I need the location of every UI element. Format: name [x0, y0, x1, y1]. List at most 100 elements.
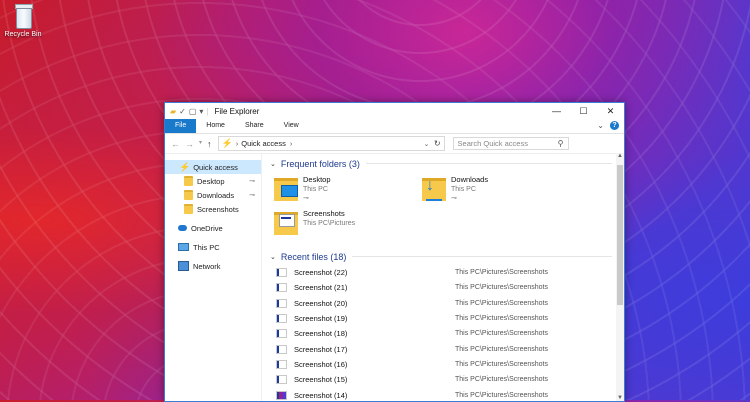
address-dropdown-icon[interactable]: ⌄	[424, 140, 430, 148]
list-item[interactable]: Screenshot (16) This PC\Pictures\Screensh…	[270, 357, 624, 372]
collapse-chevron-icon[interactable]: ⌄	[270, 253, 276, 261]
sidebar-item-downloads[interactable]: Downloads ⊸	[165, 188, 261, 202]
network-icon	[178, 261, 189, 271]
address-row: ← → ▾ ↑ ⚡ › Quick access › ⌄ ↻ Search Qu…	[165, 134, 624, 154]
file-path: This PC\Pictures\Screenshots	[455, 391, 548, 399]
image-file-icon	[276, 268, 287, 278]
file-path: This PC\Pictures\Screenshots	[455, 284, 548, 292]
file-explorer-window: ▰ ✓ ▢ ▾ | File Explorer — ☐ ✕ File Home …	[164, 102, 625, 402]
list-item[interactable]: Screenshot (15) This PC\Pictures\Screensh…	[270, 372, 624, 387]
breadcrumb[interactable]: Quick access	[241, 139, 286, 148]
customize-toolbar-icon[interactable]: ▾	[199, 107, 203, 116]
file-name: Screenshot (18)	[294, 329, 348, 339]
pin-icon[interactable]: ⊸	[451, 194, 488, 202]
image-file-icon	[276, 283, 287, 293]
up-arrow-icon[interactable]: ↑	[207, 139, 212, 149]
pin-icon[interactable]: ⊸	[303, 194, 331, 202]
file-name: Screenshot (19)	[294, 314, 348, 324]
forward-arrow-icon[interactable]: →	[185, 139, 194, 149]
recycle-bin-icon	[13, 4, 33, 29]
folder-tile-downloads[interactable]: ↓ Downloads This PC ⊸	[422, 175, 488, 202]
tab-home[interactable]: Home	[196, 119, 235, 133]
title-bar: ▰ ✓ ▢ ▾ | File Explorer — ☐ ✕	[165, 103, 624, 119]
sidebar-item-label: Downloads	[197, 190, 235, 200]
tab-file[interactable]: File	[165, 119, 197, 133]
file-name: Screenshot (17)	[294, 344, 348, 354]
pin-icon[interactable]: ⊸	[249, 177, 255, 185]
recycle-bin-label: Recycle Bin	[4, 31, 42, 38]
folder-icon	[184, 204, 193, 214]
sidebar-item-label: This PC	[193, 242, 220, 252]
sidebar-item-network[interactable]: Network	[165, 259, 261, 273]
folder-tile-screenshots[interactable]: Screenshots This PC\Pictures	[274, 209, 356, 235]
scroll-up-icon[interactable]: ▲	[617, 153, 623, 159]
folder-icon	[184, 176, 193, 186]
collapse-chevron-icon[interactable]: ⌄	[270, 160, 276, 168]
new-folder-icon[interactable]: ▢	[189, 107, 197, 116]
properties-icon[interactable]: ✓	[179, 107, 186, 116]
close-button[interactable]: ✕	[597, 103, 624, 119]
list-item[interactable]: Screenshot (22) This PC\Pictures\Screensh…	[270, 265, 624, 280]
frequent-folders-header[interactable]: ⌄ Frequent folders (3)	[270, 156, 624, 171]
cloud-icon	[178, 225, 187, 231]
tab-view[interactable]: View	[274, 119, 309, 133]
scrollbar-thumb[interactable]	[617, 165, 623, 305]
vertical-scrollbar[interactable]: ▲ ▼	[616, 153, 624, 401]
sidebar-item-label: Desktop	[197, 176, 225, 186]
section-title: Frequent folders (3)	[280, 158, 360, 169]
quick-access-icon: ⚡	[179, 161, 191, 172]
list-item[interactable]: Screenshot (19) This PC\Pictures\Screensh…	[270, 311, 624, 326]
breadcrumb-chevron-icon[interactable]: ›	[290, 139, 293, 148]
file-path: This PC\Pictures\Screenshots	[455, 376, 548, 384]
window-title: File Explorer	[214, 106, 260, 116]
sidebar-item-quick-access[interactable]: ⚡ Quick access	[165, 160, 261, 174]
minimize-button[interactable]: —	[543, 103, 570, 119]
file-path: This PC\Pictures\Screenshots	[455, 345, 548, 353]
image-file-icon	[276, 314, 287, 324]
section-title: Recent files (18)	[280, 251, 347, 262]
refresh-icon[interactable]: ↻	[434, 139, 441, 148]
file-path: This PC\Pictures\Screenshots	[455, 269, 548, 277]
sidebar-item-this-pc[interactable]: This PC	[165, 240, 261, 254]
sidebar-item-label: Screenshots	[197, 204, 239, 214]
sidebar-item-desktop[interactable]: Desktop ⊸	[165, 174, 261, 188]
recent-locations-icon[interactable]: ▾	[199, 139, 202, 149]
sidebar-item-onedrive[interactable]: OneDrive	[165, 221, 261, 235]
folder-location: This PC	[451, 186, 476, 193]
tab-share[interactable]: Share	[235, 119, 274, 133]
sidebar-item-screenshots[interactable]: Screenshots	[165, 202, 261, 216]
file-name: Screenshot (21)	[294, 283, 348, 293]
list-item[interactable]: Screenshot (20) This PC\Pictures\Screensh…	[270, 296, 624, 311]
recent-files-header[interactable]: ⌄ Recent files (18)	[270, 249, 624, 264]
list-item[interactable]: Screenshot (18) This PC\Pictures\Screensh…	[270, 326, 624, 341]
list-item[interactable]: Screenshot (21) This PC\Pictures\Screensh…	[270, 280, 624, 295]
file-name: Screenshot (15)	[294, 375, 348, 385]
file-name: Screenshot (14)	[294, 390, 348, 400]
search-input[interactable]: Search Quick access ⚲	[452, 137, 569, 150]
image-file-icon	[276, 298, 287, 308]
folder-location: This PC\Pictures	[303, 220, 356, 227]
folder-icon: ▰	[170, 106, 177, 116]
expand-ribbon-icon[interactable]: ⌄	[597, 121, 604, 130]
breadcrumb-chevron-icon[interactable]: ›	[236, 139, 239, 148]
maximize-button[interactable]: ☐	[570, 103, 597, 119]
search-icon[interactable]: ⚲	[558, 139, 564, 148]
ribbon-tabs: File Home Share View ⌄ ?	[165, 119, 624, 134]
image-file-icon	[276, 344, 287, 354]
pin-icon[interactable]: ⊸	[249, 191, 255, 199]
file-path: This PC\Pictures\Screenshots	[455, 360, 548, 368]
back-arrow-icon[interactable]: ←	[171, 139, 180, 149]
folder-tile-desktop[interactable]: Desktop This PC ⊸	[274, 175, 331, 202]
image-file-icon	[276, 390, 287, 400]
sidebar-item-label: Quick access	[193, 162, 238, 172]
list-item[interactable]: Screenshot (17) This PC\Pictures\Screensh…	[270, 341, 624, 356]
recycle-bin-desktop-icon[interactable]: Recycle Bin	[2, 4, 44, 38]
file-path: This PC\Pictures\Screenshots	[455, 330, 548, 338]
help-icon[interactable]: ?	[610, 121, 619, 130]
address-bar[interactable]: ⚡ › Quick access › ⌄ ↻	[217, 136, 445, 151]
desktop-folder-icon	[274, 175, 298, 201]
pc-icon	[178, 243, 189, 251]
scroll-down-icon[interactable]: ▼	[617, 395, 623, 401]
file-path: This PC\Pictures\Screenshots	[455, 299, 548, 307]
search-placeholder: Search Quick access	[457, 139, 528, 148]
